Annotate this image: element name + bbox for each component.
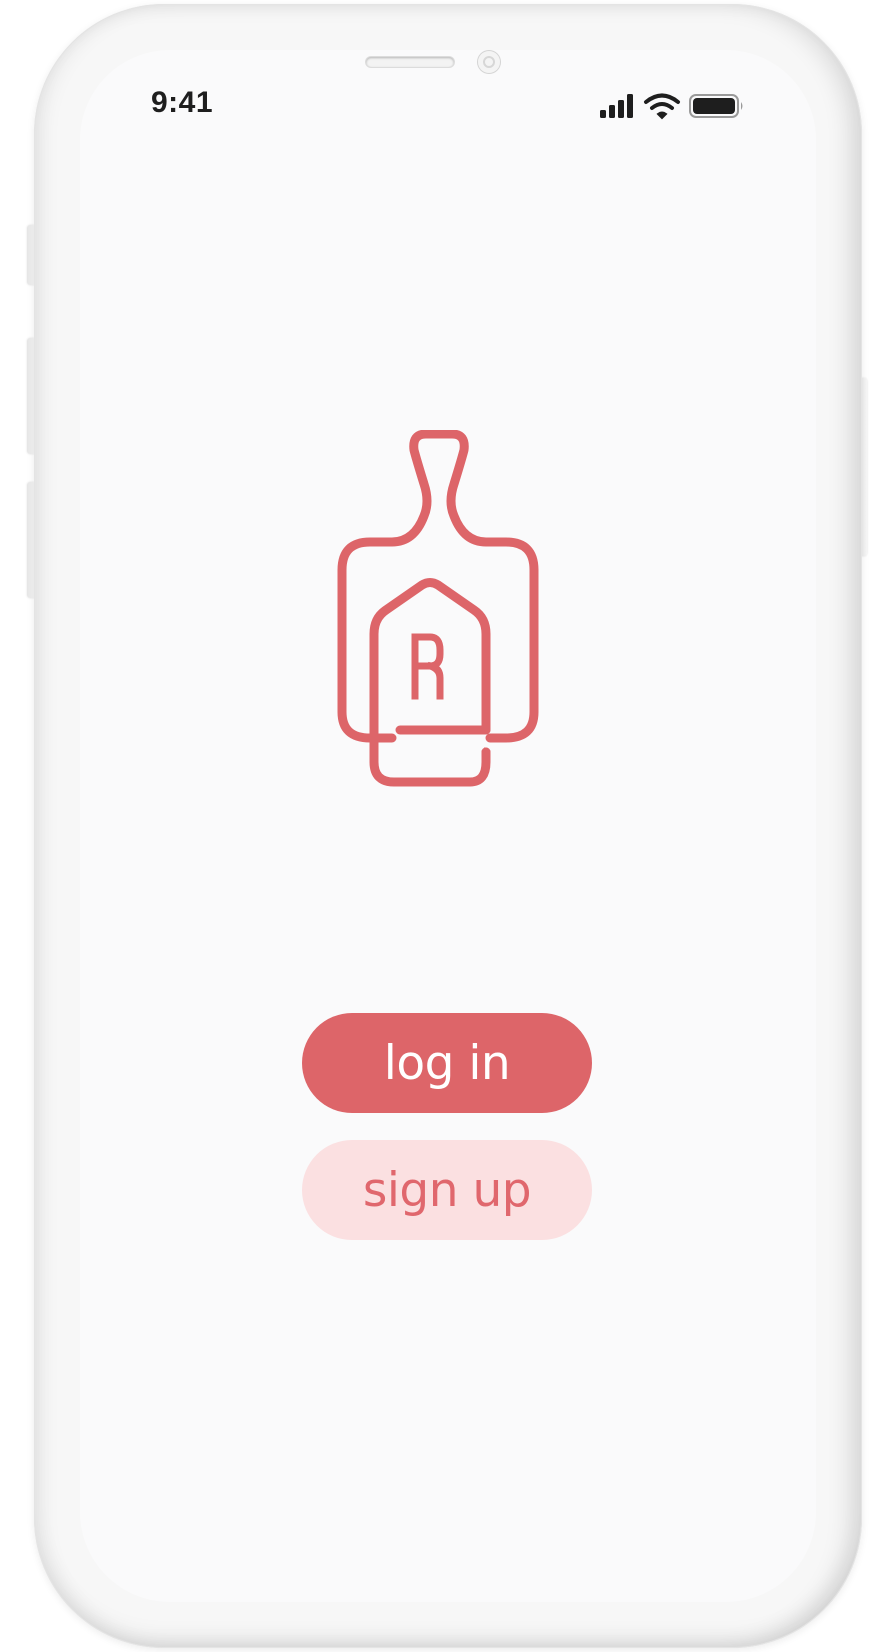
earpiece-speaker	[366, 57, 454, 67]
phone-frame	[34, 4, 862, 1648]
login-button[interactable]: log in	[302, 1013, 592, 1113]
battery-icon	[689, 94, 743, 118]
status-time: 9:41	[150, 86, 214, 119]
screen	[80, 50, 816, 1602]
cutting-board-logo-icon	[337, 430, 539, 787]
front-camera	[478, 51, 500, 73]
page: 9:41 log in sign up	[0, 0, 892, 1652]
board-front-outline	[369, 578, 491, 787]
wifi-icon	[644, 93, 680, 120]
monogram-r	[411, 633, 444, 700]
signup-button[interactable]: sign up	[302, 1140, 592, 1240]
signal-icon	[600, 94, 633, 118]
status-icons	[600, 93, 743, 120]
